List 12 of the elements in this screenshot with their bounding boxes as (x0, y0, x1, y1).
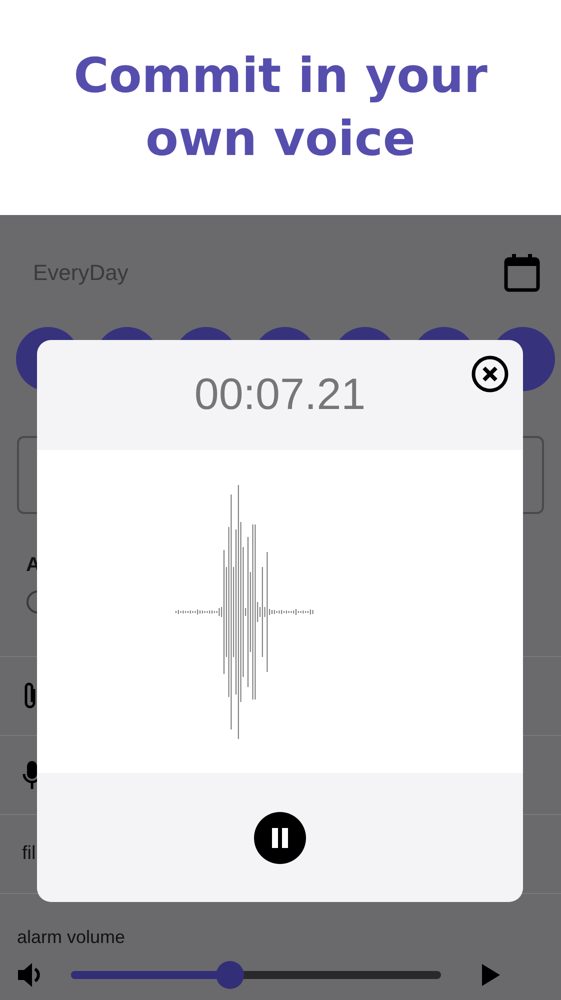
timer-text: 00:07.21 (194, 370, 366, 420)
calendar-icon[interactable] (503, 253, 541, 293)
play-icon[interactable] (481, 963, 501, 987)
headline: Commit in your own voice (72, 46, 488, 168)
row-label: fil (22, 843, 36, 865)
volume-label: alarm volume (17, 927, 126, 948)
paperclip-icon[interactable] (22, 681, 38, 711)
pause-button[interactable] (254, 812, 306, 864)
close-icon[interactable] (471, 355, 509, 393)
slider-thumb[interactable] (216, 961, 244, 989)
pause-icon (270, 827, 290, 849)
ring-icon (26, 590, 37, 614)
